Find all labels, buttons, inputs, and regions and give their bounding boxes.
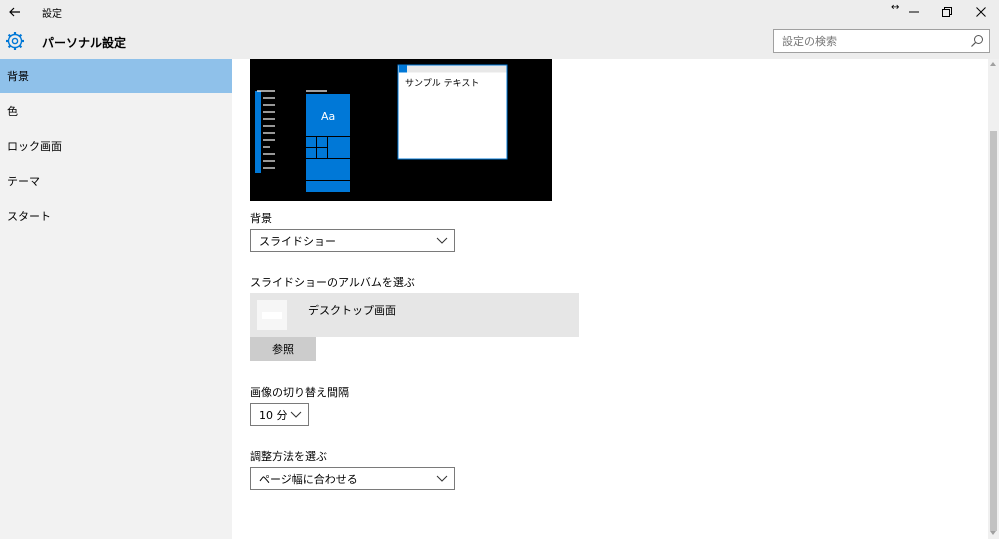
sidebar-item-colors[interactable]: 色 xyxy=(0,94,232,128)
search-input[interactable] xyxy=(774,30,964,52)
back-button[interactable] xyxy=(0,0,30,24)
restore-icon xyxy=(941,7,952,17)
gear-icon xyxy=(6,32,24,50)
sidebar-item-label: スタート xyxy=(7,210,51,223)
desktop-preview-graphic xyxy=(255,64,508,192)
sidebar-item-start[interactable]: スタート xyxy=(0,199,232,233)
sidebar-item-label: ロック画面 xyxy=(7,140,62,153)
chevron-down-icon xyxy=(436,237,448,244)
close-button[interactable] xyxy=(964,0,997,24)
background-label: 背景 xyxy=(250,212,272,225)
sidebar-item-label: 背景 xyxy=(7,70,29,83)
album-folder-name: デスクトップ画面 xyxy=(308,304,396,317)
scroll-up-arrow-icon[interactable] xyxy=(990,62,996,66)
fit-label: 調整方法を選ぶ xyxy=(250,450,327,463)
sidebar-item-background[interactable]: 背景 xyxy=(0,59,232,93)
restore-button[interactable] xyxy=(930,0,963,24)
background-select[interactable]: スライドショー xyxy=(250,229,455,252)
scroll-thumb[interactable] xyxy=(990,131,997,531)
album-label: スライドショーのアルバムを選ぶ xyxy=(250,276,415,289)
album-item[interactable]: デスクトップ画面 xyxy=(250,293,579,337)
app-header: パーソナル設定 xyxy=(0,24,999,59)
minimize-button[interactable] xyxy=(897,0,930,24)
sidebar-item-lock-screen[interactable]: ロック画面 xyxy=(0,129,232,163)
back-arrow-icon xyxy=(9,7,20,17)
interval-select[interactable]: 10 分 xyxy=(250,403,309,426)
chevron-down-icon xyxy=(436,475,448,482)
sample-window-text: サンプル テキスト xyxy=(405,79,480,89)
page-title: パーソナル設定 xyxy=(42,36,127,50)
background-select-value: スライドショー xyxy=(259,234,336,248)
sidebar-item-themes[interactable]: テーマ xyxy=(0,164,232,198)
fit-select[interactable]: ページ幅に合わせる xyxy=(250,467,455,490)
sidebar-item-label: 色 xyxy=(7,105,18,118)
sidebar: 背景 色 ロック画面 テーマ スタート xyxy=(0,59,232,539)
close-icon xyxy=(975,7,986,17)
chevron-down-icon xyxy=(290,411,302,418)
browse-button[interactable]: 参照 xyxy=(250,337,316,361)
tile-label: Aa xyxy=(321,110,336,123)
folder-thumbnail xyxy=(257,300,287,330)
search-box[interactable] xyxy=(773,29,990,53)
sidebar-item-label: テーマ xyxy=(7,175,40,188)
fit-select-value: ページ幅に合わせる xyxy=(259,472,358,486)
search-icon[interactable] xyxy=(970,34,984,48)
title-bar: 設定 ↔ xyxy=(0,0,999,24)
interval-select-value: 10 分 xyxy=(259,408,288,422)
desktop-preview: Aa サンプル テキスト xyxy=(250,59,552,201)
window-title: 設定 xyxy=(42,9,62,20)
minimize-icon xyxy=(908,11,919,13)
interval-label: 画像の切り替え間隔 xyxy=(250,386,349,399)
vertical-scrollbar[interactable] xyxy=(988,59,999,539)
scroll-down-arrow-icon[interactable] xyxy=(990,531,996,535)
main-content: Aa サンプル テキスト 背景 スライドショー スライドショーのアルバムを選ぶ … xyxy=(232,59,988,539)
